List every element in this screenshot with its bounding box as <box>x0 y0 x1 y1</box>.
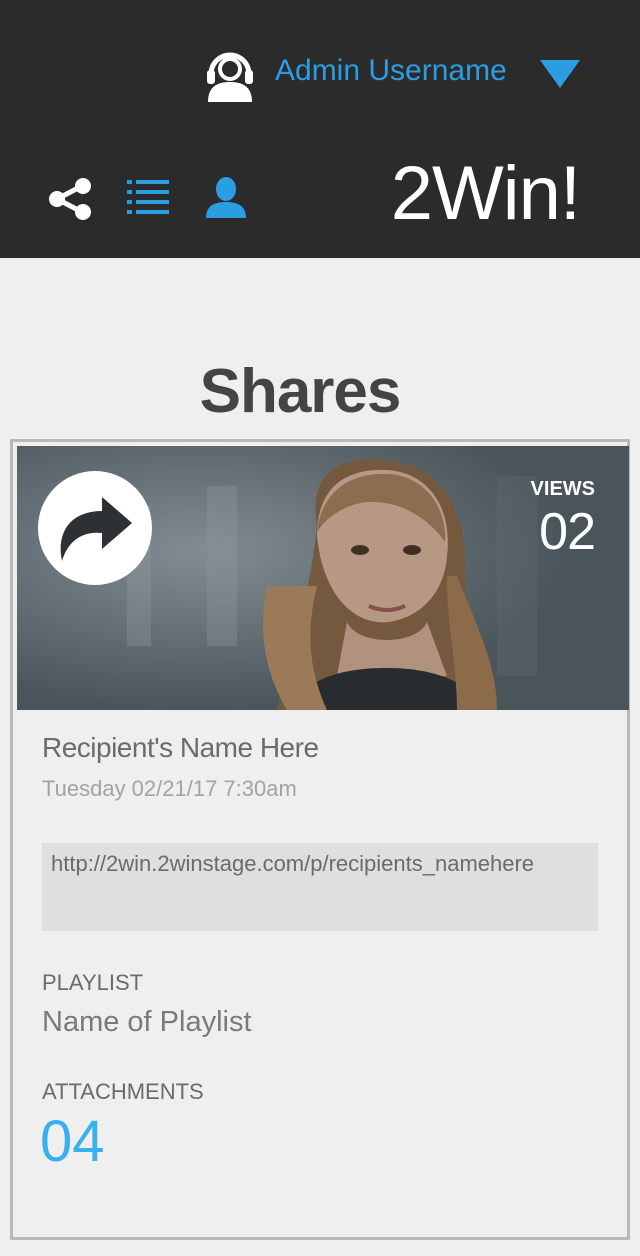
share-link-field[interactable]: http://2win.2winstage.com/p/recipients_n… <box>42 843 598 931</box>
share-icon[interactable] <box>48 178 92 220</box>
playlist-name: Name of Playlist <box>42 1006 252 1038</box>
share-date: Tuesday 02/21/17 7:30am <box>42 776 297 801</box>
forward-arrow-icon[interactable] <box>38 471 152 585</box>
brand-logo[interactable]: 2Win! <box>391 150 581 237</box>
share-card[interactable]: VIEWS 02 Recipient's Name Here Tuesday 0… <box>10 439 630 1240</box>
person-icon[interactable] <box>206 176 246 218</box>
share-link-text[interactable]: http://2win.2winstage.com/p/recipients_n… <box>51 851 534 877</box>
recipient-name: Recipient's Name Here <box>42 732 319 763</box>
views-label: VIEWS <box>530 478 595 500</box>
attachments-count: 04 <box>40 1109 105 1174</box>
playlist-label: PLAYLIST <box>42 970 144 995</box>
user-menu[interactable]: Admin Username <box>204 46 594 102</box>
recipient-photo: VIEWS 02 <box>17 446 629 710</box>
attachments-label: ATTACHMENTS <box>42 1079 204 1104</box>
caret-down-icon[interactable] <box>540 60 580 88</box>
user-headset-icon[interactable] <box>204 46 256 102</box>
admin-username[interactable]: Admin Username <box>275 54 507 88</box>
page-title: Shares <box>199 356 402 426</box>
list-icon[interactable] <box>127 179 169 217</box>
views-count: 02 <box>539 503 596 561</box>
app-header: Admin Username 2Win! <box>0 0 640 258</box>
